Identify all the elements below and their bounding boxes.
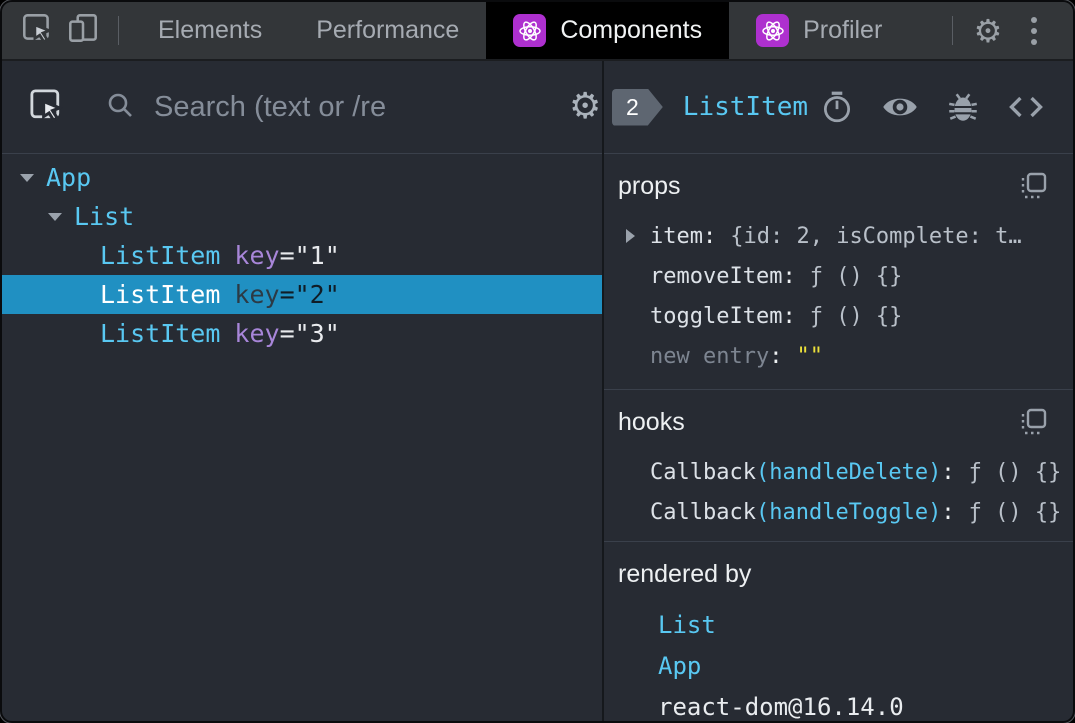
hooks-section: hooks Callback(handleDelete) ƒ () {} bbox=[604, 390, 1073, 542]
prop-name: toggleItem bbox=[650, 303, 783, 329]
owner-link[interactable]: List bbox=[658, 611, 716, 639]
hook-name: (handleToggle) bbox=[755, 499, 942, 525]
prop-row-item[interactable]: item {id: 2, isComplete: t… bbox=[604, 216, 1073, 256]
key-attribute-name: key bbox=[234, 241, 280, 270]
element-id-badge: 2 bbox=[612, 89, 663, 126]
settings-button[interactable]: ⚙ bbox=[965, 2, 1011, 59]
prop-name: item bbox=[650, 223, 703, 249]
kebab-dot bbox=[1031, 38, 1037, 45]
prop-value: {id: 2, isComplete: t… bbox=[730, 223, 1022, 249]
expand-caret-icon[interactable] bbox=[626, 229, 650, 243]
owner-link[interactable]: App bbox=[658, 652, 701, 680]
selected-component-title: ListItem bbox=[682, 92, 809, 122]
react-atom-icon bbox=[513, 14, 547, 47]
collapse-caret-icon[interactable] bbox=[20, 173, 46, 182]
props-section: props item {id: 2, isComplete: t… bbox=[604, 154, 1073, 390]
component-name: ListItem bbox=[100, 319, 221, 348]
component-name: ListItem bbox=[100, 241, 221, 270]
tree-row-listitem-1[interactable]: ListItem key ="1" bbox=[2, 236, 602, 275]
copy-hooks-button[interactable] bbox=[1019, 407, 1049, 437]
prop-value: ƒ () {} bbox=[809, 303, 903, 329]
key-attribute-name: key bbox=[234, 280, 280, 309]
new-entry-name-input[interactable]: new entry bbox=[650, 344, 769, 369]
devtools-topbar: Elements Performance Components Profiler… bbox=[2, 2, 1073, 61]
hook-row-handletoggle: Callback(handleToggle) ƒ () {} bbox=[604, 492, 1073, 532]
tree-row-list[interactable]: List bbox=[2, 197, 602, 236]
pick-component-button[interactable] bbox=[26, 85, 66, 130]
tab-label: Components bbox=[560, 16, 703, 44]
suspend-stopwatch-icon[interactable] bbox=[819, 89, 855, 125]
more-options-button[interactable] bbox=[1011, 2, 1057, 59]
tab-profiler[interactable]: Profiler bbox=[729, 2, 909, 59]
kebab-dot bbox=[1031, 27, 1037, 34]
device-toolbar-icon bbox=[65, 10, 101, 51]
hook-value: ƒ () {} bbox=[968, 459, 1062, 485]
tree-row-listitem-2-selected[interactable]: ListItem key ="2" bbox=[2, 275, 602, 314]
tab-label: Profiler bbox=[803, 16, 883, 44]
rendered-by-library: react-dom@16.14.0 bbox=[604, 686, 1073, 721]
kebab-dot bbox=[1031, 16, 1037, 23]
view-source-code-icon[interactable] bbox=[1007, 88, 1045, 126]
rendered-by-owner-app[interactable]: App bbox=[604, 645, 1073, 686]
details-header: 2 ListItem bbox=[604, 61, 1073, 154]
prop-row-toggleitem: toggleItem ƒ () {} bbox=[604, 296, 1073, 336]
gear-icon: ⚙ bbox=[569, 86, 602, 127]
tree-toolbar: ⚙ bbox=[2, 61, 602, 154]
inspect-cursor-icon bbox=[26, 85, 66, 130]
key-attribute-value: ="1" bbox=[279, 241, 340, 270]
rendered-by-title: rendered by bbox=[618, 559, 752, 588]
component-name: App bbox=[46, 163, 92, 192]
tab-performance[interactable]: Performance bbox=[289, 2, 486, 59]
hook-value: ƒ () {} bbox=[968, 499, 1062, 525]
tree-pane: ⚙ App List ListItem key="1" ListItem bbox=[2, 61, 604, 721]
inspect-element-button[interactable] bbox=[14, 2, 60, 59]
component-name: ListItem bbox=[100, 280, 221, 309]
topbar-separator bbox=[952, 16, 953, 45]
components-panel: ⚙ App List ListItem key="1" ListItem bbox=[2, 61, 1073, 721]
key-attribute-name: key bbox=[234, 319, 280, 348]
tree-row-app[interactable]: App bbox=[2, 158, 602, 197]
details-header-actions bbox=[819, 88, 1045, 126]
component-tree: App List ListItem key ="1" ListItem key ="… bbox=[2, 154, 602, 721]
tab-components[interactable]: Components bbox=[486, 2, 730, 59]
gear-icon: ⚙ bbox=[973, 11, 1003, 50]
react-atom-icon bbox=[756, 14, 790, 47]
search-icon bbox=[104, 89, 136, 126]
component-name: List bbox=[74, 202, 135, 231]
tab-label: Performance bbox=[316, 16, 460, 44]
copy-props-button[interactable] bbox=[1019, 171, 1049, 201]
tree-settings-button[interactable]: ⚙ bbox=[551, 89, 601, 125]
log-to-console-bug-icon[interactable] bbox=[945, 89, 981, 125]
hook-type: Callback bbox=[650, 459, 756, 485]
devtools-window: Elements Performance Components Profiler… bbox=[0, 0, 1075, 723]
collapse-caret-icon[interactable] bbox=[48, 212, 74, 221]
key-attribute-value: ="2" bbox=[279, 280, 340, 309]
search-input[interactable] bbox=[152, 89, 533, 125]
hook-row-handledelete: Callback(handleDelete) ƒ () {} bbox=[604, 452, 1073, 492]
tab-label: Elements bbox=[158, 16, 263, 44]
new-entry-value-input[interactable]: "" bbox=[796, 344, 823, 369]
tab-elements[interactable]: Elements bbox=[131, 2, 289, 59]
prop-row-new-entry[interactable]: new entry "" bbox=[604, 336, 1073, 376]
topbar-right-controls: ⚙ bbox=[940, 2, 1073, 59]
hook-type: Callback bbox=[650, 499, 756, 525]
prop-name: removeItem bbox=[650, 263, 783, 289]
search-box bbox=[86, 89, 551, 126]
tree-row-listitem-3[interactable]: ListItem key ="3" bbox=[2, 314, 602, 353]
rendered-by-owner-list[interactable]: List bbox=[604, 604, 1073, 645]
device-toolbar-button[interactable] bbox=[60, 2, 106, 59]
rendered-by-section: rendered by List App react-dom@16.14.0 bbox=[604, 542, 1073, 721]
hooks-section-title: hooks bbox=[618, 407, 685, 436]
react-dom-version: react-dom@16.14.0 bbox=[658, 692, 904, 721]
props-section-title: props bbox=[618, 171, 681, 200]
prop-value: ƒ () {} bbox=[809, 263, 903, 289]
inspect-dom-eye-icon[interactable] bbox=[881, 88, 919, 126]
inspect-cursor-icon bbox=[19, 10, 55, 51]
topbar-separator bbox=[118, 16, 119, 45]
details-pane: 2 ListItem props item: {id: 2, isComple… bbox=[604, 61, 1073, 721]
prop-row-removeitem: removeItem ƒ () {} bbox=[604, 256, 1073, 296]
hook-name: (handleDelete) bbox=[755, 459, 942, 485]
key-attribute-value: ="3" bbox=[279, 319, 340, 348]
